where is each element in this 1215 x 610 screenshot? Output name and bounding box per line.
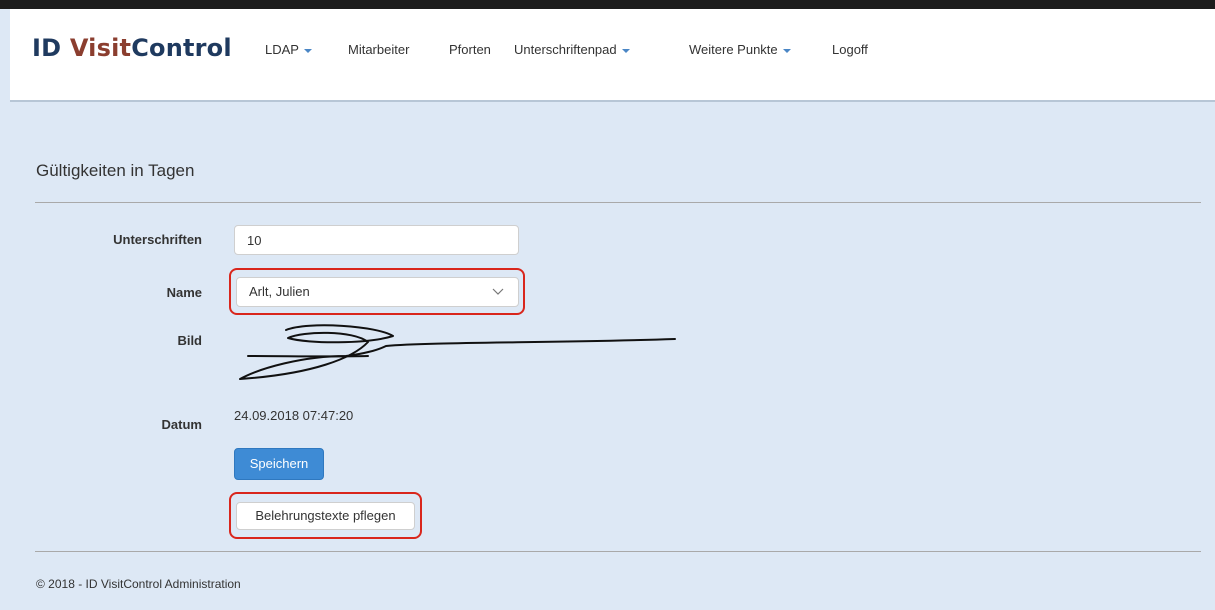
nav-weitere-punkte-label: Weitere Punkte [689,42,778,57]
footer-text: © 2018 - ID VisitControl Administration [36,577,241,591]
nav-weitere-punkte[interactable]: Weitere Punkte [689,42,791,57]
brand-part-control: Control [131,34,232,62]
divider-bottom [35,551,1201,552]
page-title: Gültigkeiten in Tagen [36,161,195,180]
navbar: ID VisitControl LDAP Mitarbeiter Pforten… [10,9,1215,102]
manage-texts-button[interactable]: Belehrungstexte pflegen [236,502,415,530]
nav-ldap-label: LDAP [265,42,299,57]
brand-part-visit: Visit [69,34,132,62]
nav-logoff[interactable]: Logoff [832,42,868,57]
nav-mitarbeiter[interactable]: Mitarbeiter [348,42,409,57]
bild-label: Bild [177,333,202,348]
chevron-down-icon [492,288,504,295]
brand-part-id: ID [32,34,70,62]
name-label: Name [166,285,202,300]
caret-down-icon [621,48,630,53]
nav-unterschriftenpad[interactable]: Unterschriftenpad [514,42,630,57]
unterschriften-input[interactable] [234,225,519,255]
signature-image [239,324,676,380]
datum-value: 24.09.2018 07:47:20 [234,408,354,423]
nav-mitarbeiter-label: Mitarbeiter [348,42,410,57]
caret-down-icon [782,48,791,53]
name-select-value: Arlt, Julien [249,284,310,299]
caret-down-icon [303,48,312,53]
nav-pforten-label: Pforten [449,42,491,57]
manage-texts-highlight-box: Belehrungstexte pflegen [229,492,422,539]
unterschriften-label: Unterschriften [113,232,202,247]
datum-label: Datum [161,417,202,432]
save-button[interactable]: Speichern [234,448,324,480]
brand-logo[interactable]: ID VisitControl [32,34,232,62]
nav-unterschriftenpad-label: Unterschriftenpad [514,42,617,57]
name-select[interactable]: Arlt, Julien [236,277,519,307]
nav-logoff-label: Logoff [832,42,868,57]
nav-pforten[interactable]: Pforten [449,42,491,57]
top-dark-strip [0,0,1215,9]
name-highlight-box: Arlt, Julien [229,268,525,315]
divider-top [35,202,1201,203]
nav-ldap[interactable]: LDAP [265,42,312,57]
